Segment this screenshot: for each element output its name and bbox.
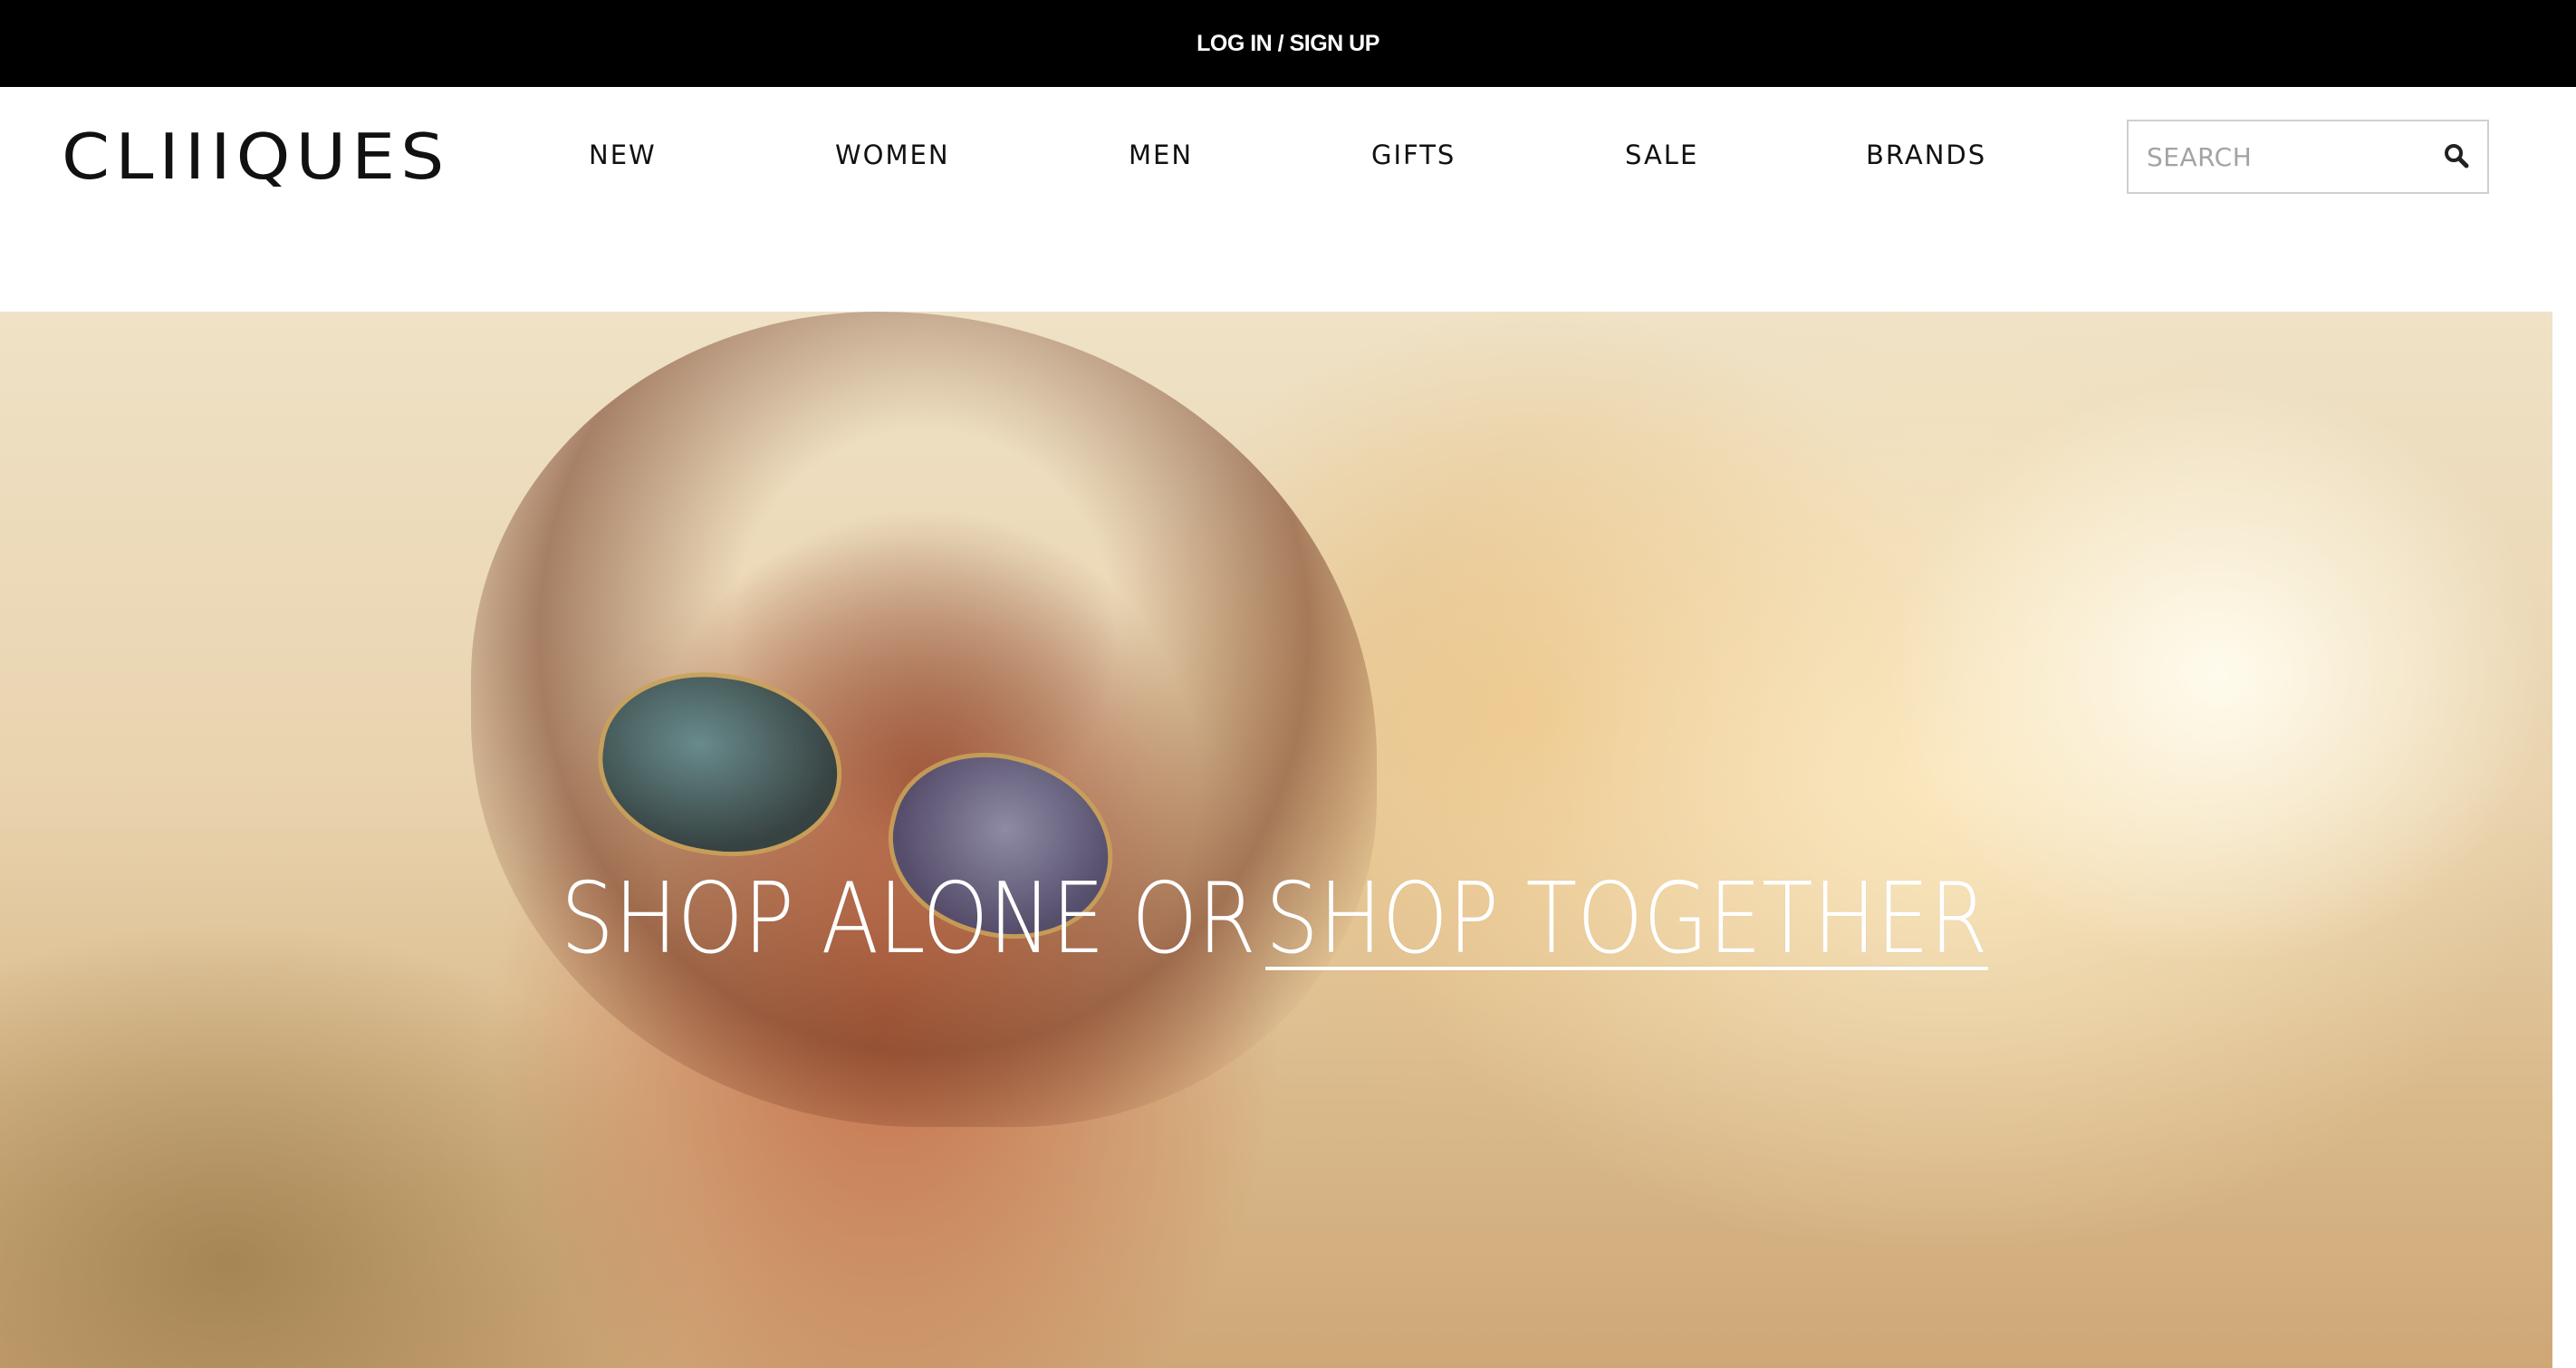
search-input[interactable] [2147,121,2418,192]
hero-headline-part1: SHOP ALONE OR [560,862,1256,976]
hero-banner: SHOP ALONE ORSHOP TOGETHER [0,312,2552,1368]
nav-gifts[interactable]: GIFTS [1371,140,1456,170]
search-button[interactable] [2438,140,2475,176]
nav-brands[interactable]: BRANDS [1866,140,1986,170]
brand-logo[interactable]: CLIIIQUES [62,125,444,188]
top-bar: LOG IN / SIGN UP [0,0,2576,87]
hero-headline: SHOP ALONE ORSHOP TOGETHER [0,862,2552,976]
nav-sale[interactable]: SALE [1625,140,1698,170]
nav-new[interactable]: NEW [589,140,657,170]
search-box [2127,120,2489,194]
nav-women[interactable]: WOMEN [835,140,950,170]
shop-together-link[interactable]: SHOP TOGETHER [1265,862,1988,976]
site-header: CLIIIQUES NEW WOMEN MEN GIFTS SALE BRAND… [0,87,2576,312]
nav-men[interactable]: MEN [1129,140,1193,170]
search-icon [2443,142,2470,173]
login-signup-link[interactable]: LOG IN / SIGN UP [1197,31,1379,57]
